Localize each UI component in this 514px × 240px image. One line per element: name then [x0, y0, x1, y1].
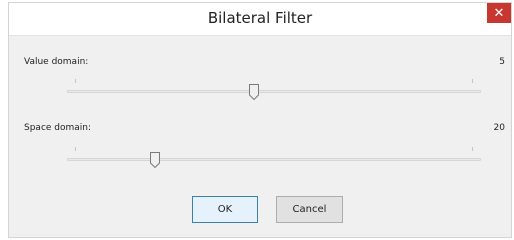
close-icon: ✕ [493, 5, 505, 20]
value-domain-value: 5 [499, 57, 505, 67]
slider-tick [75, 79, 76, 83]
bilateral-filter-dialog: Bilateral Filter ✕ Value domain: 5 Space… [8, 2, 512, 238]
slider-track [67, 158, 481, 161]
slider-tick [472, 79, 473, 83]
space-domain-value: 20 [493, 123, 505, 133]
space-domain-label: Space domain: [24, 123, 92, 133]
cancel-button[interactable]: Cancel [276, 196, 343, 223]
close-button[interactable]: ✕ [487, 3, 511, 23]
space-domain-slider[interactable] [67, 147, 481, 171]
slider-thumb[interactable] [249, 84, 260, 100]
value-domain-label: Value domain: [24, 57, 89, 67]
ok-button[interactable]: OK [192, 196, 258, 223]
slider-tick [75, 147, 76, 151]
slider-track [67, 90, 481, 93]
dialog-title: Bilateral Filter [207, 9, 313, 27]
slider-thumb[interactable] [149, 152, 160, 168]
title-bar: Bilateral Filter ✕ [9, 3, 511, 36]
slider-tick [472, 147, 473, 151]
value-domain-slider[interactable] [67, 79, 481, 103]
